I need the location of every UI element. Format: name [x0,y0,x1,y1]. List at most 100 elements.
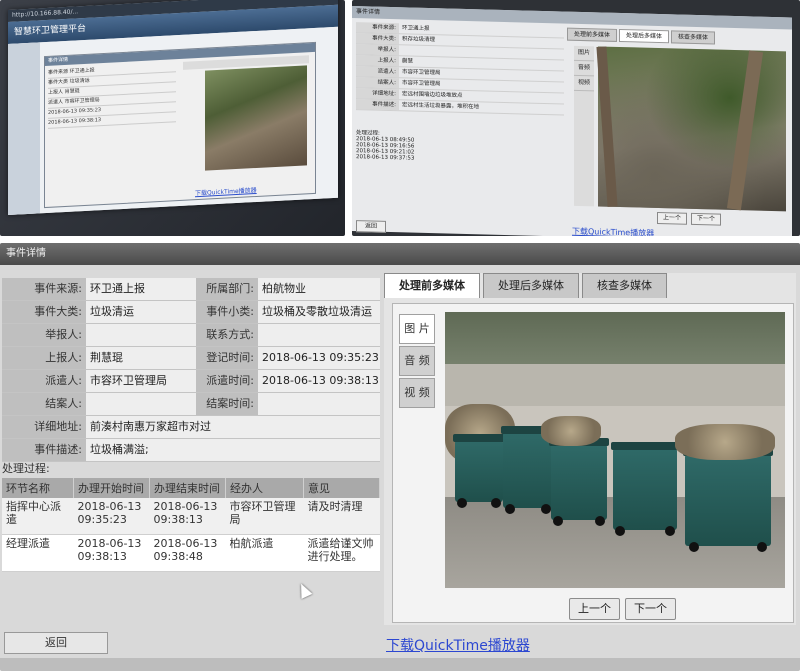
cell-handler: 柏航派遣 [225,534,304,572]
next-button[interactable]: 下一个 [691,212,722,226]
prev-button[interactable]: 上一个 [657,211,688,225]
form-row: 结案人: 结案时间: [2,393,380,416]
back-button[interactable]: 返回 [356,220,387,233]
form-row: 事件描述: 垃圾桶满溢; [2,439,380,462]
form-row: 事件大类: 垃圾清运 事件小类: 垃圾桶及零散垃圾清运 [2,301,380,324]
window-title: 事件详情 [0,243,800,265]
label: 派遣时间: [196,370,258,392]
label: 结案人: [2,393,86,415]
media-viewer: 图 片 音 频 视 频 上一个 下一个 [392,303,794,623]
col-header: 意见 [303,478,380,498]
trash-bin [453,434,505,508]
form-row: 上报人: 荆慧琨 登记时间: 2018-06-13 09:35:23 [2,347,380,370]
field-dispatcher: 市容环卫管理局 [86,370,196,392]
photo-top-right: 事件详情 事件来源: 环卫通上报 事件大类: 积存垃圾清理 举报人: 上报人: 蒯慧 … [352,0,800,236]
trash-pile [675,424,775,460]
cell-step: 经理派遣 [2,534,74,572]
cell-opinion: 请及时清理 [303,498,380,535]
side-tab-video[interactable]: 视频 [574,75,594,92]
media-tab-audio[interactable]: 音 频 [399,346,435,376]
mini-quicktime-link[interactable]: 下载QuickTime播放器 [195,185,257,197]
left-nav [8,42,40,215]
mouse-cursor-icon [295,581,313,599]
field-contact [258,324,380,346]
process-label: 处理过程: [2,462,50,475]
cell-step: 指挥中心派遣 [2,498,74,535]
photo-trees [445,312,785,372]
trash-bin [683,448,773,552]
form-row: 详细地址: 前湊村南惠万家超市对过 [2,416,380,439]
media-tabs: 处理前多媒体 处理后多媒体 核查多媒体 [384,273,667,298]
media-tabs-small: 处理前多媒体 处理后多媒体 核查多媒体 [567,27,716,45]
label: 上报人: [2,347,86,369]
label: 派遣人: [2,370,86,392]
label: 举报人: [2,324,86,346]
media-panel: 处理前多媒体 处理后多媒体 核查多媒体 图 片 音 频 视 频 上一个 下一个 [384,273,796,625]
photo-main: 事件详情 事件来源: 环卫通上报 所属部门: 柏航物业 事件大类: 垃圾清运 事… [0,243,800,671]
cell-start: 2018-06-13 09:35:23 [73,498,150,535]
field-close-time [258,393,380,415]
field-subcategory: 垃圾桶及零散垃圾清运 [258,301,380,323]
form-row: 派遣人: 市容环卫管理局 派遣时间: 2018-06-13 09:38:13 [2,370,380,393]
quicktime-link[interactable]: 下载QuickTime播放器 [572,226,654,236]
label: 所属部门: [196,278,258,300]
event-detail-form: 事件来源: 环卫通上报 所属部门: 柏航物业 事件大类: 垃圾清运 事件小类: … [2,278,380,462]
tree-trunk [726,50,764,211]
media-photo-trash-area [596,46,786,212]
media-side-tabs-small: 图片 音频 视频 [574,45,594,207]
side-tab-audio[interactable]: 音频 [574,60,594,77]
label: 事件描述: [2,439,86,461]
side-tab-picture[interactable]: 图片 [574,45,594,62]
cell-handler: 市容环卫管理局 [225,498,304,535]
media-tab-video[interactable]: 视 频 [399,378,435,408]
field-description: 垃圾桶满溢; [86,439,380,461]
trash-bin [549,438,609,526]
event-detail-dialog-small: 事件详情 事件来源 环卫通上报 事件大类 垃圾清运 上报人 肖慧琨 派遣人 市容… [44,41,316,209]
process-section-small: 处理过程: 2018-06-13 08:49:50 2018-06-13 09:… [356,128,564,165]
field-dispatch-time: 2018-06-13 09:38:13 [258,370,380,392]
field-source: 环卫通上报 [86,278,196,300]
field-submitter: 荆慧琨 [86,347,196,369]
cell-start: 2018-06-13 09:38:13 [73,534,150,572]
tree-trunk [596,46,618,207]
table-row: 经理派遣 2018-06-13 09:38:13 2018-06-13 09:3… [2,534,380,572]
col-header: 办理结束时间 [149,478,226,498]
field-reporter [86,324,196,346]
back-button[interactable]: 返回 [4,632,108,654]
table-row: 指挥中心派遣 2018-06-13 09:35:23 2018-06-13 09… [2,498,380,535]
col-header: 经办人 [225,478,304,498]
field-dept: 柏航物业 [258,278,380,300]
field-register-time: 2018-06-13 09:35:23 [258,347,380,369]
col-header: 环节名称 [2,478,74,498]
label: 事件小类: [196,301,258,323]
tab-check-media[interactable]: 核查多媒体 [582,273,667,298]
photo-wall [445,364,785,406]
field-closer [86,393,196,415]
field-category: 垃圾清运 [86,301,196,323]
col-header: 办理开始时间 [73,478,150,498]
cell-end: 2018-06-13 09:38:48 [149,534,226,572]
prev-button[interactable]: 上一个 [569,598,620,620]
tab-before-media[interactable]: 处理前多媒体 [567,27,618,42]
label: 联系方式: [196,324,258,346]
tab-after-media[interactable]: 处理后多媒体 [483,273,579,298]
trash-bin [611,442,679,536]
form-row: 事件来源: 环卫通上报 所属部门: 柏航物业 [2,278,380,301]
tab-before-media[interactable]: 处理前多媒体 [384,273,480,298]
field-address: 前湊村南惠万家超市对过 [86,416,380,438]
media-photo-bins [445,312,785,588]
trash-pile [541,416,601,446]
process-table: 环节名称 办理开始时间 办理结束时间 经办人 意见 指挥中心派遣 2018-06… [2,478,380,572]
quicktime-download-link[interactable]: 下载QuickTime播放器 [386,635,530,655]
label: 事件大类: [2,301,86,323]
trash-bin [501,426,555,514]
label: 事件来源: [2,278,86,300]
tab-check-media[interactable]: 核查多媒体 [671,30,716,45]
tab-after-media[interactable]: 处理后多媒体 [619,28,670,44]
media-tab-picture[interactable]: 图 片 [399,314,435,344]
label: 登记时间: [196,347,258,369]
monitor-screen: 事件详情 事件来源: 环卫通上报 事件大类: 积存垃圾清理 举报人: 上报人: 蒯慧 … [352,6,792,236]
photo-top-left: http://10.166.88.40/... 智慧环卫管理平台 事件详情 事件… [0,0,345,236]
next-button[interactable]: 下一个 [625,598,676,620]
cell-end: 2018-06-13 09:38:13 [149,498,226,535]
